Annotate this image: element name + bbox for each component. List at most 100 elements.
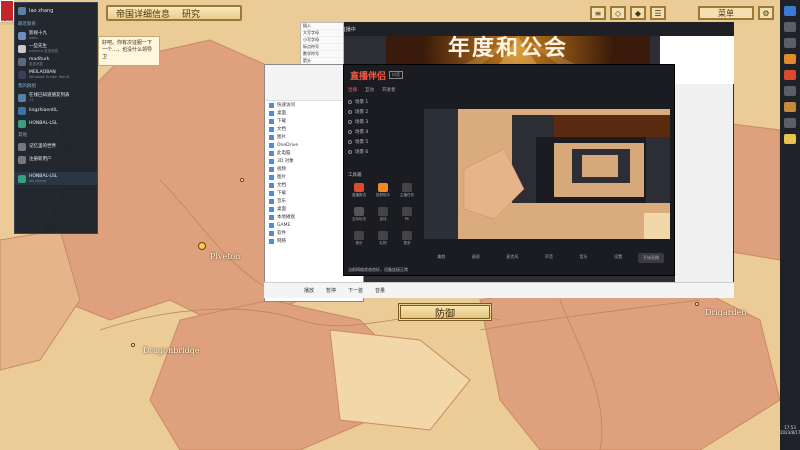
control-mic[interactable]: 麦克风: [506, 254, 518, 260]
other-item[interactable]: 注册新用户: [15, 153, 97, 166]
nav-label: OneDrive: [277, 142, 299, 148]
tool-label: 投屏助手: [376, 193, 390, 197]
defense-button[interactable]: 防御: [398, 303, 492, 321]
map-label-city[interactable]: Drigarden: [705, 308, 747, 317]
control-settings[interactable]: 设置: [614, 254, 622, 260]
taskbar-app-icon[interactable]: [784, 54, 796, 64]
player-flag-icon[interactable]: [0, 0, 14, 22]
tab-interact[interactable]: 互动: [365, 87, 374, 93]
tab-developer[interactable]: 开发者: [382, 87, 396, 93]
tool-cast[interactable]: 投屏助手: [372, 183, 394, 203]
eye-icon[interactable]: [348, 119, 352, 124]
other-item[interactable]: 记忆里的世界: [15, 140, 97, 153]
map-settlement-marker[interactable]: [131, 343, 135, 347]
contact-item[interactable]: MEILAOBAN Windows Hunter World: [15, 68, 97, 81]
eye-icon[interactable]: [348, 149, 352, 154]
eye-icon[interactable]: [348, 139, 352, 144]
start-live-button[interactable]: 开始直播: [638, 253, 664, 263]
media-pause-button[interactable]: 暂停: [326, 287, 336, 294]
media-next-button[interactable]: 下一首: [348, 287, 363, 294]
contact-item[interactable]: maditurk 发送消息: [15, 55, 97, 68]
symbol-row[interactable]: 数学符号: [301, 51, 343, 58]
capital-marker-icon[interactable]: [198, 242, 206, 250]
stream-preview[interactable]: [424, 109, 670, 239]
map-label-city[interactable]: Dragonbridge: [143, 346, 200, 355]
scene-item[interactable]: 场景 6: [348, 147, 414, 156]
map-label-city[interactable]: Plveton: [210, 252, 240, 261]
chat-user-name: Iao zhang: [29, 8, 54, 14]
taskbar-app-icon[interactable]: [784, 118, 796, 128]
group-item[interactable]: 在线已知道朋友列表 11: [15, 91, 97, 104]
scene-item[interactable]: 场景 4: [348, 127, 414, 136]
group-item[interactable]: HONBAL-LSL: [15, 117, 97, 130]
scene-item[interactable]: 场景 5: [348, 137, 414, 146]
tool-stream-push[interactable]: 直播推流: [348, 183, 370, 203]
tab-empire-details[interactable]: 帝国详细信息: [116, 7, 170, 20]
taskbar-app-icon[interactable]: [784, 102, 796, 112]
contact-sub: vxiforcb 发送消息: [29, 49, 59, 53]
tool-connect[interactable]: 连线: [372, 207, 394, 227]
avatar: [18, 174, 26, 183]
contact-item[interactable]: 一些先生 vxiforcb 发送消息: [15, 42, 97, 55]
avatar: [18, 142, 26, 151]
taskbar-app-icon[interactable]: [784, 70, 796, 80]
scene-item[interactable]: 场景 2: [348, 107, 414, 116]
avatar[interactable]: [18, 7, 26, 15]
nav-label: 3D 对象: [277, 159, 294, 164]
tool-label: 礼物: [379, 241, 387, 245]
media-play-button[interactable]: 播放: [304, 287, 314, 294]
scene-item[interactable]: 场景 3: [348, 117, 414, 126]
avatar: [18, 119, 26, 128]
scene-label: 场景 5: [355, 139, 369, 145]
game-menu-icon[interactable]: ◆: [630, 6, 646, 20]
game-menu-icon[interactable]: ≡: [590, 6, 606, 20]
control-quality[interactable]: 画质: [472, 254, 480, 260]
symbol-row[interactable]: 标点符号: [301, 44, 343, 51]
nav-label: 视频: [277, 167, 286, 172]
versus-icon: [402, 207, 412, 216]
symbol-row[interactable]: 大写字母: [301, 30, 343, 37]
game-menu-icon[interactable]: ☰: [650, 6, 666, 20]
desktop-icon: [269, 110, 274, 116]
tool-gift[interactable]: 礼物: [372, 231, 394, 251]
tab-live[interactable]: 直播: [348, 87, 357, 93]
network-icon: [269, 238, 274, 244]
tool-more[interactable]: 更多: [396, 231, 418, 251]
taskbar-app-icon[interactable]: [784, 38, 796, 48]
taskbar-app-icon[interactable]: [784, 22, 796, 32]
tool-music[interactable]: 音乐: [348, 231, 370, 251]
eye-icon[interactable]: [348, 99, 352, 104]
nav-label: 桌面: [277, 207, 286, 212]
menu-button[interactable]: 菜单: [698, 6, 754, 20]
symbol-row[interactable]: 小写字母: [301, 37, 343, 44]
system-clock[interactable]: 17:53 2023/8/17: [780, 425, 800, 435]
nav-label: 下载: [277, 191, 286, 196]
eye-icon[interactable]: [348, 129, 352, 134]
tab-research[interactable]: 研究: [182, 7, 200, 20]
group-item[interactable]: lingzhiaentiL: [15, 104, 97, 117]
tool-interact[interactable]: 互动玩法: [348, 207, 370, 227]
contact-item[interactable]: 影视十九 hello: [15, 29, 97, 42]
symbol-row[interactable]: 插入: [301, 23, 343, 30]
map-settlement-marker[interactable]: [695, 302, 699, 306]
taskbar-app-icon[interactable]: [784, 134, 796, 144]
scene-item[interactable]: 场景 1: [348, 97, 414, 106]
vertical-taskbar: [780, 0, 800, 450]
game-settings-icon[interactable]: ⚙: [758, 6, 774, 20]
control-music[interactable]: 音乐: [580, 254, 588, 260]
control-beauty[interactable]: 美颜: [437, 254, 445, 260]
map-settlement-marker[interactable]: [240, 178, 244, 182]
control-sound[interactable]: 声音: [545, 254, 553, 260]
taskbar-app-icon[interactable]: [784, 6, 796, 16]
cube-icon: [269, 158, 274, 164]
eye-icon[interactable]: [348, 109, 352, 114]
tool-pk[interactable]: PK: [396, 207, 418, 227]
chat-footer[interactable]: HONBAL-LSL lao zhang: [15, 172, 97, 185]
game-menu-icon[interactable]: ◇: [610, 6, 626, 20]
tool-task[interactable]: 主播任务: [396, 183, 418, 203]
taskbar-app-icon[interactable]: [784, 86, 796, 96]
media-volume-button[interactable]: 音量: [375, 287, 385, 294]
stream-app-header[interactable]: 直播伴侣 抖音: [344, 65, 674, 85]
document-icon: [269, 126, 274, 132]
other-name: 记忆里的世界: [29, 144, 56, 149]
